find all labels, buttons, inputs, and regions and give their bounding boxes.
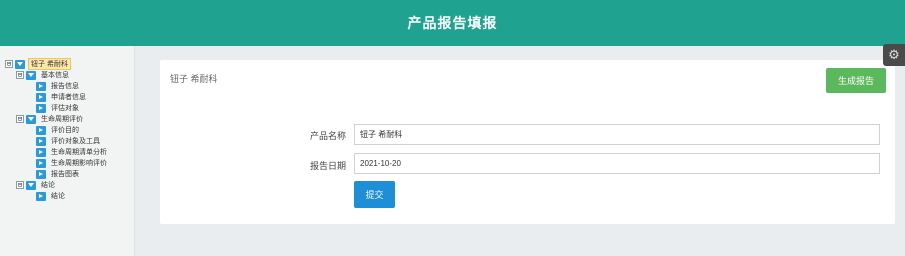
page-icon xyxy=(36,191,46,201)
tree-leaf-evaluation-object[interactable]: 评估对象 xyxy=(36,103,81,113)
folder-open-icon xyxy=(26,114,36,124)
page-icon xyxy=(36,92,46,102)
tree-leaf-applicant-info[interactable]: 申请者信息 xyxy=(36,92,88,102)
page-icon xyxy=(36,103,46,113)
page-icon xyxy=(36,125,46,135)
tree-node-label[interactable]: 基本信息 xyxy=(39,70,71,80)
tree-leaf-eval-purpose[interactable]: 评价目的 xyxy=(36,125,81,135)
tree-node-root[interactable]: ⊟ 钮子 希耐科 xyxy=(5,58,71,70)
page-icon xyxy=(36,81,46,91)
tree-node-lifecycle[interactable]: ⊟ 生命周期评价 xyxy=(16,114,85,124)
page-title: 产品报告填报 xyxy=(407,15,498,31)
tree-leaf-label[interactable]: 评价目的 xyxy=(49,125,81,135)
tree-leaf-impact-assessment[interactable]: 生命周期影响评价 xyxy=(36,158,109,168)
product-name-label: 产品名称 xyxy=(309,131,346,141)
tree-leaf-label[interactable]: 评估对象 xyxy=(49,103,81,113)
collapse-toggle-icon[interactable]: ⊟ xyxy=(16,71,24,79)
tree-leaf-label[interactable]: 结论 xyxy=(49,191,67,201)
tree-leaf-label[interactable]: 评价对象及工具 xyxy=(49,136,102,146)
tree-node-label[interactable]: 生命周期评价 xyxy=(39,114,85,124)
page-icon xyxy=(36,147,46,157)
tree-node-basic-info[interactable]: ⊟ 基本信息 xyxy=(16,70,71,80)
generate-report-button[interactable]: 生成报告 xyxy=(826,68,886,93)
card-title: 钮子 希耐科 xyxy=(170,74,218,84)
tree-leaf-label[interactable]: 生命周期影响评价 xyxy=(49,158,109,168)
folder-open-icon xyxy=(26,70,36,80)
collapse-toggle-icon[interactable]: ⊟ xyxy=(5,60,13,68)
tree-leaf-label[interactable]: 报告信息 xyxy=(49,81,81,91)
report-date-label: 报告日期 xyxy=(309,161,346,171)
collapse-toggle-icon[interactable]: ⊟ xyxy=(16,181,24,189)
tree-leaf-label[interactable]: 申请者信息 xyxy=(49,92,88,102)
tree-node-label[interactable]: 钮子 希耐科 xyxy=(28,58,71,70)
tree-leaf-label[interactable]: 报告图表 xyxy=(49,169,81,179)
report-date-field[interactable]: 2021-10-20 xyxy=(354,153,880,174)
submit-button[interactable]: 提交 xyxy=(354,181,395,208)
folder-open-icon xyxy=(26,180,36,190)
tree-node-label[interactable]: 结论 xyxy=(39,180,57,190)
product-name-field[interactable]: 钮子 希耐科 xyxy=(354,124,880,145)
collapse-toggle-icon[interactable]: ⊟ xyxy=(16,115,24,123)
settings-gear-icon[interactable]: ⚙ xyxy=(883,44,905,66)
page-icon xyxy=(36,136,46,146)
folder-open-icon xyxy=(15,59,25,69)
tree-leaf-report-info[interactable]: 报告信息 xyxy=(36,81,81,91)
tree-leaf-label[interactable]: 生命周期清单分析 xyxy=(49,147,109,157)
tree-leaf-eval-tools[interactable]: 评价对象及工具 xyxy=(36,136,102,146)
tree-leaf-report-charts[interactable]: 报告图表 xyxy=(36,169,81,179)
sidebar-tree: ⊟ 钮子 希耐科 ⊟ 基本信息 报告信息 申请者信息 评估对象 ⊟ 生命周期评价… xyxy=(0,46,135,256)
report-form-card: 钮子 希耐科 生成报告 产品名称 钮子 希耐科 报告日期 2021-10-20 … xyxy=(160,60,895,224)
page-icon xyxy=(36,169,46,179)
tree-leaf-conclusion[interactable]: 结论 xyxy=(36,191,67,201)
tree-node-conclusion[interactable]: ⊟ 结论 xyxy=(16,180,57,190)
page-icon xyxy=(36,158,46,168)
tree-leaf-inventory-analysis[interactable]: 生命周期清单分析 xyxy=(36,147,109,157)
top-header: 产品报告填报 xyxy=(0,0,905,46)
